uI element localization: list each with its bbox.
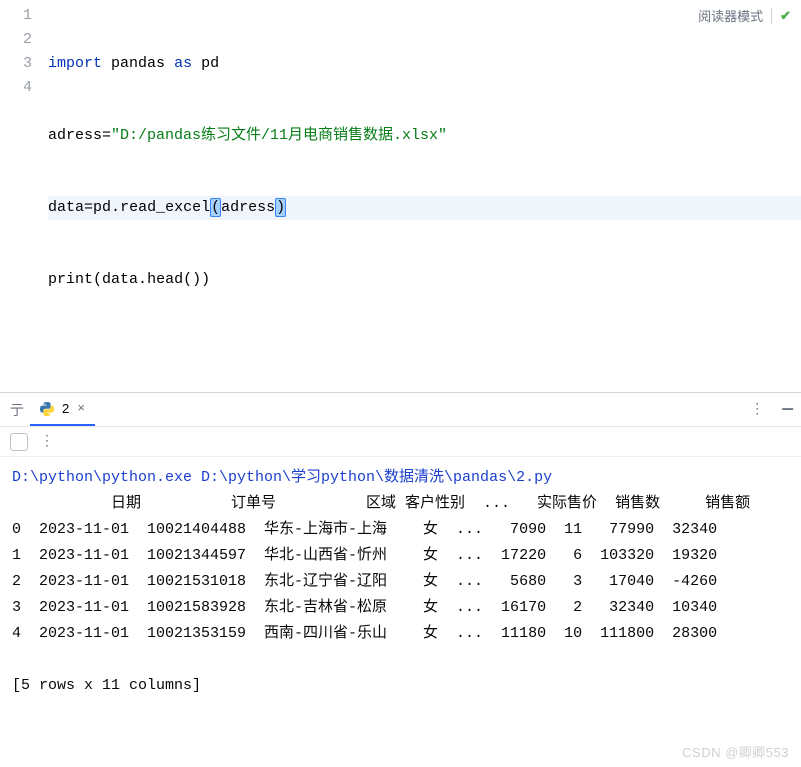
output-row: 4 2023-11-01 10021353159 西南-四川省-乐山 女 ...… bbox=[12, 625, 717, 642]
check-icon[interactable]: ✔ bbox=[780, 8, 791, 24]
keyword-as: as bbox=[174, 55, 192, 72]
equals: = bbox=[84, 199, 93, 216]
object: data bbox=[102, 271, 138, 288]
string-literal: "D:/pandas练习文件/11月电商销售数据.xlsx" bbox=[111, 127, 447, 144]
method-head: head bbox=[147, 271, 183, 288]
paren-open: ( bbox=[210, 198, 221, 217]
code-area[interactable]: import pandas as pd adress="D:/pandas练习文… bbox=[48, 0, 801, 392]
argument: adress bbox=[221, 199, 275, 216]
kebab-icon[interactable]: ⋮ bbox=[40, 433, 56, 450]
paren-open: ( bbox=[93, 271, 102, 288]
module-name: pandas bbox=[111, 55, 165, 72]
paren-close: ) bbox=[201, 271, 210, 288]
paren-pair: () bbox=[183, 271, 201, 288]
reader-mode-label: 阅读器模式 bbox=[698, 6, 763, 25]
code-line-3[interactable]: data=pd.read_excel(adress) bbox=[48, 196, 801, 220]
code-editor-pane: 1 2 3 4 import pandas as pd adress="D:/p… bbox=[0, 0, 801, 392]
kebab-icon[interactable]: ⋮ bbox=[750, 401, 766, 418]
tab-actions: ⋮ — bbox=[750, 400, 793, 420]
tab-label: 2 bbox=[62, 401, 69, 416]
function-name: read_excel bbox=[120, 199, 210, 216]
function-print: print bbox=[48, 271, 93, 288]
variable: data bbox=[48, 199, 84, 216]
code-line-1[interactable]: import pandas as pd bbox=[48, 52, 801, 76]
line-number-gutter: 1 2 3 4 bbox=[0, 0, 48, 392]
dot: . bbox=[111, 199, 120, 216]
code-line-2[interactable]: adress="D:/pandas练习文件/11月电商销售数据.xlsx" bbox=[48, 124, 801, 148]
equals: = bbox=[102, 127, 111, 144]
python-icon bbox=[38, 400, 56, 418]
reader-mode-toggle[interactable]: 阅读器模式 ✔ bbox=[698, 6, 791, 25]
line-number: 1 bbox=[0, 4, 32, 28]
command-line: D:\python\python.exe D:\python\学习python\… bbox=[12, 469, 552, 486]
alias: pd bbox=[201, 55, 219, 72]
output-pane: 亍 2 × ⋮ — ⋮ D:\python\python.exe D:\pyth… bbox=[0, 393, 801, 767]
output-header: 日期 订单号 区域 客户性别 ... 实际售价 销售数 销售额 bbox=[12, 495, 750, 512]
run-tab[interactable]: 2 × bbox=[30, 393, 95, 426]
keyword-import: import bbox=[48, 55, 102, 72]
code-line-4[interactable]: print(data.head()) bbox=[48, 268, 801, 292]
output-toolbar: ⋮ bbox=[0, 427, 801, 457]
console-output[interactable]: D:\python\python.exe D:\python\学习python\… bbox=[0, 457, 801, 707]
output-row: 1 2023-11-01 10021344597 华北-山西省-忻州 女 ...… bbox=[12, 547, 717, 564]
output-footer: [5 rows x 11 columns] bbox=[12, 677, 201, 694]
minimize-icon[interactable]: — bbox=[782, 400, 793, 420]
run-glyph: 亍 bbox=[8, 400, 26, 420]
output-row: 2 2023-11-01 10021531018 东北-辽宁省-辽阳 女 ...… bbox=[12, 573, 717, 590]
output-row: 0 2023-11-01 10021404488 华东-上海市-上海 女 ...… bbox=[12, 521, 717, 538]
watermark: CSDN @卿卿553 bbox=[682, 742, 789, 761]
paren-close: ) bbox=[275, 198, 286, 217]
output-row: 3 2023-11-01 10021583928 东北-吉林省-松原 女 ...… bbox=[12, 599, 717, 616]
dot: . bbox=[138, 271, 147, 288]
line-number: 3 bbox=[0, 52, 32, 76]
line-number: 4 bbox=[0, 76, 32, 100]
object: pd bbox=[93, 199, 111, 216]
line-number: 2 bbox=[0, 28, 32, 52]
layout-toggle-button[interactable] bbox=[10, 433, 28, 451]
run-tab-bar: 亍 2 × ⋮ — bbox=[0, 393, 801, 427]
close-icon[interactable]: × bbox=[75, 401, 87, 416]
separator bbox=[771, 8, 772, 24]
variable: adress bbox=[48, 127, 102, 144]
